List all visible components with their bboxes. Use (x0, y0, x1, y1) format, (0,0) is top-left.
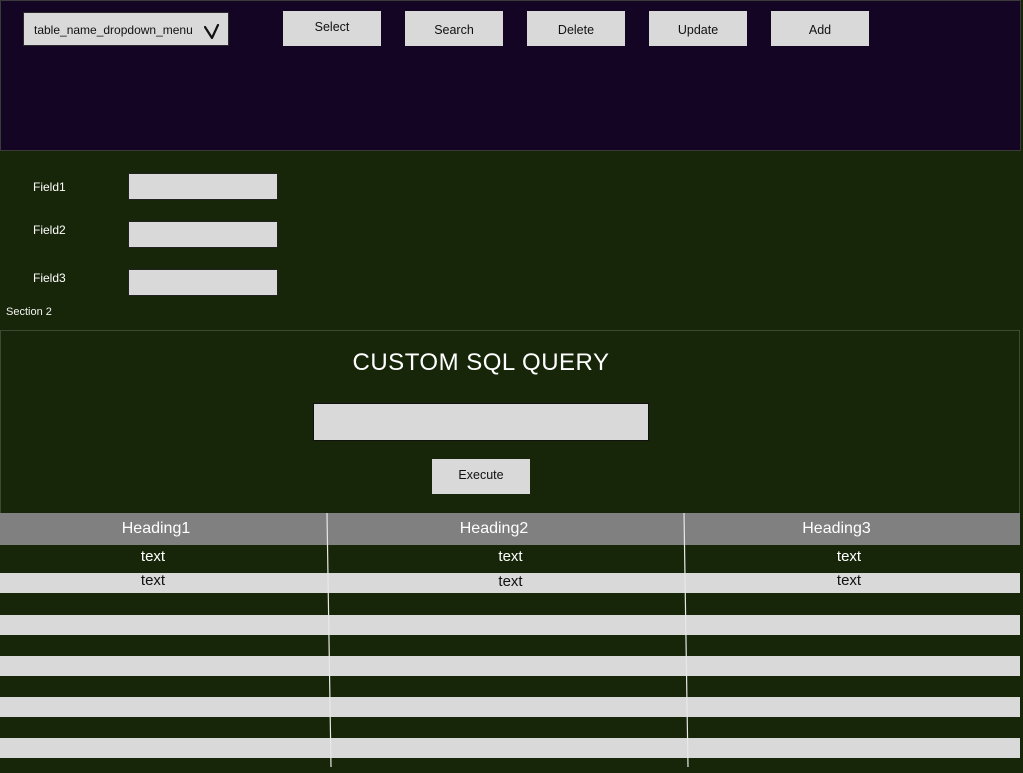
table-cell-col3 (684, 594, 1014, 614)
column-heading-2: Heading2 (459, 520, 529, 537)
table-cell-col1 (0, 758, 306, 773)
section-2-label: Section 2 (6, 306, 52, 318)
table-cell-col3 (684, 738, 1014, 758)
toolbar: table_name_dropdown_menu Select Search D… (0, 0, 1021, 151)
table-cell-col3 (684, 656, 1014, 676)
table-cell-col1: text (140, 572, 166, 589)
field1-input[interactable] (128, 173, 278, 200)
table-cell-col1: text (140, 548, 166, 565)
column-heading-3: Heading3 (802, 520, 871, 537)
table-cell-col1 (0, 697, 306, 717)
table-row[interactable] (0, 635, 1020, 655)
sql-query-input[interactable] (313, 403, 649, 441)
table-cell-col3 (684, 758, 1014, 773)
table-cell-col1 (0, 615, 306, 635)
results-table: Heading1 Heading2 Heading3 text text text t… (0, 513, 1021, 773)
field2-input[interactable] (128, 221, 278, 248)
table-row[interactable]: text text text (0, 547, 1020, 571)
field2-label: Field2 (33, 223, 66, 237)
table-cell-col2 (338, 656, 683, 676)
table-row[interactable] (0, 594, 1020, 614)
table-cell-col3: text (836, 548, 862, 565)
table-cell-col2 (338, 594, 683, 614)
table-cell-col2 (338, 697, 683, 717)
table-row[interactable] (0, 697, 1020, 717)
table-cell-col2 (338, 738, 683, 758)
table-row[interactable] (0, 615, 1020, 635)
field3-label: Field3 (33, 271, 66, 285)
execute-button[interactable]: Execute (432, 459, 530, 494)
table-row[interactable] (0, 717, 1020, 737)
search-button[interactable]: Search (405, 11, 503, 46)
delete-button[interactable]: Delete (527, 11, 625, 46)
table-cell-col2: text (498, 548, 523, 565)
field1-label: Field1 (33, 180, 66, 194)
custom-sql-panel: CUSTOM SQL QUERY Execute (0, 330, 1020, 514)
table-cell-col3 (684, 676, 1014, 696)
table-row[interactable] (0, 738, 1020, 758)
add-button[interactable]: Add (771, 11, 869, 46)
update-button[interactable]: Update (649, 11, 747, 46)
select-button[interactable]: Select (283, 11, 381, 46)
table-cell-col2 (338, 615, 683, 635)
field3-input[interactable] (128, 269, 278, 296)
table-cell-col3 (684, 697, 1014, 717)
table-cell-col3 (684, 717, 1014, 737)
column-heading-1: Heading1 (121, 520, 191, 537)
table-cell-col3 (684, 615, 1014, 635)
table-cell-col1 (0, 635, 306, 655)
table-cell-col1 (0, 676, 306, 696)
table-cell-col2 (338, 676, 683, 696)
table-cell-col1 (0, 717, 306, 737)
table-row[interactable] (0, 758, 1020, 773)
chevron-down-icon (204, 24, 220, 40)
table-cell-col1 (0, 738, 306, 758)
sql-title: CUSTOM SQL QUERY (352, 349, 610, 376)
table-row[interactable] (0, 676, 1020, 696)
table-cell-col3: text (836, 572, 862, 589)
table-row[interactable]: text text text (0, 572, 1020, 593)
table-cell-col2 (338, 717, 683, 737)
table-cell-col2 (338, 635, 683, 655)
table-cell-col1 (0, 656, 306, 676)
table-row[interactable] (0, 656, 1020, 676)
table-cell-col3 (684, 635, 1014, 655)
table-header: Heading1 Heading2 Heading3 (0, 513, 1020, 545)
table-name-dropdown[interactable]: table_name_dropdown_menu (23, 12, 229, 46)
table-cell-col2 (338, 758, 683, 773)
table-cell-col1 (0, 594, 306, 614)
table-name-dropdown-value: table_name_dropdown_menu (34, 23, 193, 37)
table-cell-col2: text (498, 573, 523, 590)
